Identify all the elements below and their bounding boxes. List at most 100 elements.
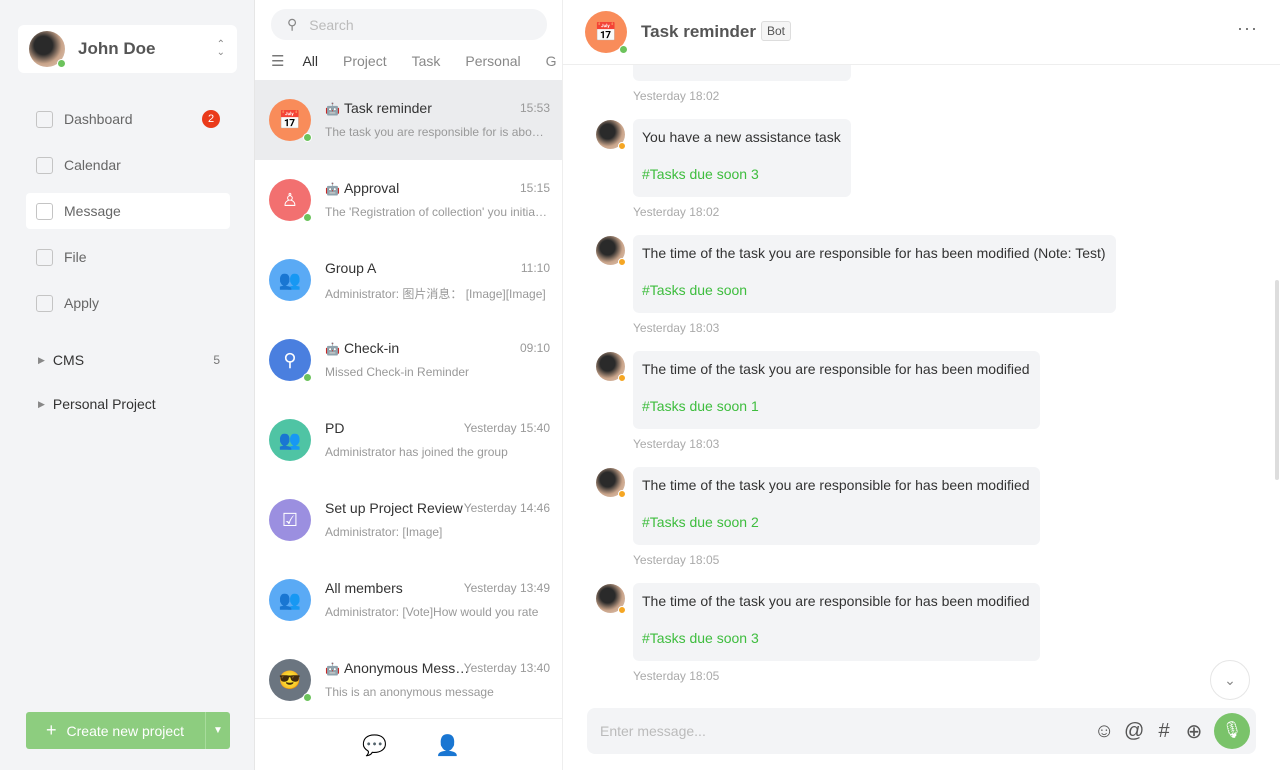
message: The time of the task you are responsible… [563, 351, 1263, 467]
tab-personal[interactable]: Personal [465, 53, 520, 69]
conversation-preview: Administrator has joined the group [325, 445, 508, 459]
status-dot [618, 490, 626, 498]
message-tag-link[interactable]: #Tasks due soon 1 [642, 398, 1030, 414]
sidebar-item-dashboard[interactable]: Dashboard 2 [26, 101, 230, 137]
bot-badge: Bot [761, 21, 792, 41]
avatar [29, 31, 66, 68]
scrollbar[interactable] [1275, 280, 1279, 480]
bot-icon: 🤖 [325, 662, 340, 676]
message: The time of the task you are responsible… [563, 235, 1263, 351]
message-text: The time of the task you are responsible… [642, 361, 1030, 377]
chat-panel: You have a new assistance task #Tasks due… [563, 0, 1280, 770]
message-tag-link[interactable]: #Tasks due soon 3 [642, 166, 841, 182]
conversation-name: All members [325, 580, 475, 596]
sidebar-item-file[interactable]: File [26, 239, 230, 275]
conversation-preview: Administrator: 图片消息： [Image][Image] [325, 287, 546, 301]
menu-icon[interactable]: ☰ [271, 52, 284, 70]
conversation-item[interactable]: ⚲ 🤖 Check-in 09:10 Missed Check-in Reminder [255, 320, 562, 400]
conversation-name: PD [325, 420, 475, 436]
message-time: Yesterday 18:05 [633, 553, 720, 567]
conversation-item[interactable]: ♙ 🤖 Approval 15:15 The 'Registration of coll… [255, 160, 562, 240]
tab-task[interactable]: Task [412, 53, 441, 69]
contacts-icon[interactable]: 👤 [435, 733, 460, 758]
search-icon: ⚲ [287, 16, 298, 32]
conversation-time: Yesterday 15:40 [463, 421, 550, 435]
conversation-item[interactable]: ☑ Set up Project Review Yesterday 14:46 Adm… [255, 480, 562, 560]
message-input[interactable]: Enter message... ☺ @ # ⊕ 🎙 [587, 708, 1256, 754]
conversation-item[interactable]: 👥 PD Yesterday 15:40 Administrator has join… [255, 400, 562, 480]
name-text: PD [325, 420, 345, 436]
message-tag-link[interactable]: #Tasks due soon [642, 282, 1106, 298]
sidebar-item-label: Message [64, 203, 121, 219]
group-label: Personal Project [52, 396, 156, 412]
microphone-button[interactable]: 🎙 [1214, 713, 1250, 749]
project-group[interactable]: ▶ Personal Project [38, 396, 220, 412]
emoji-icon[interactable]: ☺ [1094, 720, 1114, 743]
search-input[interactable]: ⚲ Search [271, 9, 547, 40]
create-project-button[interactable]: + Create new project [26, 712, 206, 749]
message-time: Yesterday 18:02 [633, 205, 720, 219]
message-time: Yesterday 18:05 [633, 669, 720, 683]
message-tag-link[interactable]: #Tasks due soon 3 [642, 630, 1030, 646]
search-placeholder: Search [309, 16, 354, 33]
sidebar-item-label: Apply [64, 295, 100, 311]
conversation-avatar: 📅 [269, 99, 312, 142]
conversation-item[interactable]: 👥 Group A 11:10 Administrator: 图片消息： [Image… [255, 240, 562, 320]
sidebar-item-calendar[interactable]: Calendar [26, 147, 230, 183]
conversation-time: 11:10 [520, 261, 550, 275]
chat-bubble-icon[interactable]: 💬 [362, 733, 387, 758]
name-text: Approval [343, 180, 400, 196]
status-dot [618, 142, 626, 150]
message: You have a new assistance task #Tasks due… [563, 119, 1263, 235]
name-text: Group A [325, 260, 377, 276]
tab-all[interactable]: All [302, 53, 318, 69]
filter-tabs: ☰ All Project Task Personal G [271, 52, 561, 70]
message-text: The time of the task you are responsible… [642, 593, 1030, 609]
message-time: Yesterday 18:02 [633, 89, 720, 103]
calendar-icon [36, 156, 53, 174]
status-dot [618, 374, 626, 382]
message-time: Yesterday 18:03 [633, 321, 720, 335]
conversation-avatar: ♙ [269, 179, 312, 222]
user-switcher[interactable]: John Doe ⌃ ⌄ [18, 25, 237, 73]
input-placeholder: Enter message... [600, 723, 706, 739]
caret-right-icon: ▶ [38, 354, 45, 365]
add-icon[interactable]: ⊕ [1184, 719, 1204, 744]
tab-g[interactable]: G [546, 53, 557, 69]
caret-right-icon: ▶ [38, 398, 45, 409]
mention-icon[interactable]: @ [1124, 720, 1144, 743]
sender-avatar [596, 584, 626, 614]
conversation-item[interactable]: 😎 🤖 Anonymous Message Yesterday 13:40 This i… [255, 640, 562, 720]
conversation-item[interactable]: 📅 🤖 Task reminder 15:53 The task you are res… [255, 80, 562, 160]
online-dot [57, 59, 66, 68]
bot-icon: 🤖 [325, 182, 340, 196]
project-group[interactable]: ▶ CMS 5 [38, 352, 220, 368]
more-icon[interactable]: ··· [1237, 18, 1258, 39]
group-count: 5 [213, 353, 220, 367]
conversation-time: 15:53 [519, 101, 550, 115]
message-bubble: You have a new assistance task #Tasks due… [633, 119, 851, 197]
status-dot [618, 606, 626, 614]
sidebar-item-message[interactable]: Message [26, 193, 230, 229]
chevron-down-icon[interactable]: ▼ [206, 712, 230, 749]
file-icon [36, 248, 53, 266]
conversation-item[interactable]: 👥 All members Yesterday 13:49 Administrator… [255, 560, 562, 640]
bot-icon: 🤖 [325, 342, 340, 356]
hashtag-icon[interactable]: # [1154, 720, 1174, 743]
message-bubble: The time of the task you are responsible… [633, 467, 1040, 545]
notification-badge: 2 [202, 110, 220, 128]
conversation-preview: The 'Registration of collection' you ini… [325, 205, 550, 219]
sender-avatar [596, 236, 626, 266]
conversation-time: 15:15 [519, 181, 550, 195]
conversation-avatar: ☑ [269, 499, 311, 541]
name-text: Check-in [343, 340, 400, 356]
message-time: Yesterday 18:03 [633, 437, 720, 451]
tab-project[interactable]: Project [343, 53, 387, 69]
sidebar-item-apply[interactable]: Apply [26, 285, 230, 321]
scroll-down-button[interactable]: ⌄ [1210, 660, 1250, 700]
conversation-avatar: ⚲ [269, 339, 312, 382]
calendar-icon: 📅 [585, 11, 628, 54]
apps-icon [36, 294, 53, 312]
list-footer: 💬 👤 [255, 718, 562, 770]
message-tag-link[interactable]: #Tasks due soon 2 [642, 514, 1030, 530]
